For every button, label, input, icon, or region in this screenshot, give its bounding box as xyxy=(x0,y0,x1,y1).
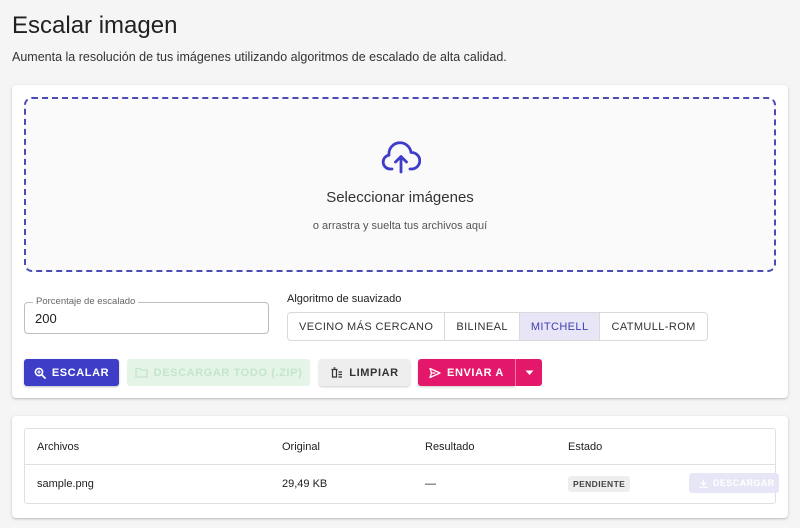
scale-button-label: ESCALAR xyxy=(51,366,110,379)
column-header-files: Archivos xyxy=(37,440,80,453)
file-dropzone[interactable]: Seleccionar imágenes o arrastra y suelta… xyxy=(24,97,776,272)
clear-list-icon xyxy=(330,366,343,379)
zoom-in-icon xyxy=(34,367,46,379)
table-row: sample.png 29,49 KB — PENDIENTE DESCARGA… xyxy=(25,465,779,502)
row-download-button[interactable]: DESCARGAR xyxy=(689,473,779,493)
column-header-status: Estado xyxy=(568,440,603,453)
algorithm-toggle-group: VECINO MÁS CERCANO BILINEAL MITCHELL CAT… xyxy=(287,312,708,341)
table-header: Archivos Original Resultado Estado xyxy=(25,429,775,465)
dropzone-title: Seleccionar imágenes xyxy=(326,189,474,206)
download-all-label: DESCARGAR TODO (.ZIP) xyxy=(153,366,303,379)
folder-zip-icon xyxy=(135,367,148,378)
status-cell: PENDIENTE xyxy=(568,465,631,502)
column-header-original: Original xyxy=(282,440,320,453)
algorithm-option-catmull-rom[interactable]: CATMULL-ROM xyxy=(600,313,707,340)
dropzone-subtitle: o arrastra y suelta tus archivos aquí xyxy=(312,220,488,232)
algorithm-option-nearest[interactable]: VECINO MÁS CERCANO xyxy=(288,313,446,340)
send-to-dropdown-button[interactable] xyxy=(515,359,542,386)
algorithm-option-mitchell[interactable]: MITCHELL xyxy=(519,313,601,340)
upload-card: Seleccionar imágenes o arrastra y suelta… xyxy=(12,85,788,398)
send-to-button[interactable]: ENVIAR A xyxy=(418,359,515,386)
file-name: sample.png xyxy=(37,477,94,490)
download-all-button[interactable]: DESCARGAR TODO (.ZIP) xyxy=(127,359,310,386)
column-header-result: Resultado xyxy=(425,440,475,453)
scale-button[interactable]: ESCALAR xyxy=(24,359,119,386)
send-icon xyxy=(429,367,441,379)
scale-percentage-input[interactable] xyxy=(35,311,235,326)
algorithm-option-bilinear[interactable]: BILINEAL xyxy=(445,313,520,340)
scale-percentage-label: Porcentaje de escalado xyxy=(33,296,139,307)
result-size: — xyxy=(425,477,436,490)
files-table: Archivos Original Resultado Estado sampl… xyxy=(24,428,779,504)
page-subtitle: Aumenta la resolución de tus imágenes ut… xyxy=(12,50,507,64)
files-card: Archivos Original Resultado Estado sampl… xyxy=(12,416,788,518)
row-download-label: DESCARGAR xyxy=(713,478,775,488)
algorithm-label: Algoritmo de suavizado xyxy=(287,293,402,305)
scale-percentage-field: Porcentaje de escalado xyxy=(24,296,269,334)
page-title: Escalar imagen xyxy=(12,12,178,39)
send-to-label: ENVIAR A xyxy=(447,366,504,379)
cloud-upload-icon xyxy=(381,141,421,174)
download-icon xyxy=(699,479,708,488)
caret-down-icon xyxy=(525,370,533,375)
clear-button[interactable]: LIMPIAR xyxy=(319,359,410,386)
status-badge: PENDIENTE xyxy=(568,475,631,492)
clear-button-label: LIMPIAR xyxy=(349,366,399,379)
original-size: 29,49 KB xyxy=(282,477,328,490)
